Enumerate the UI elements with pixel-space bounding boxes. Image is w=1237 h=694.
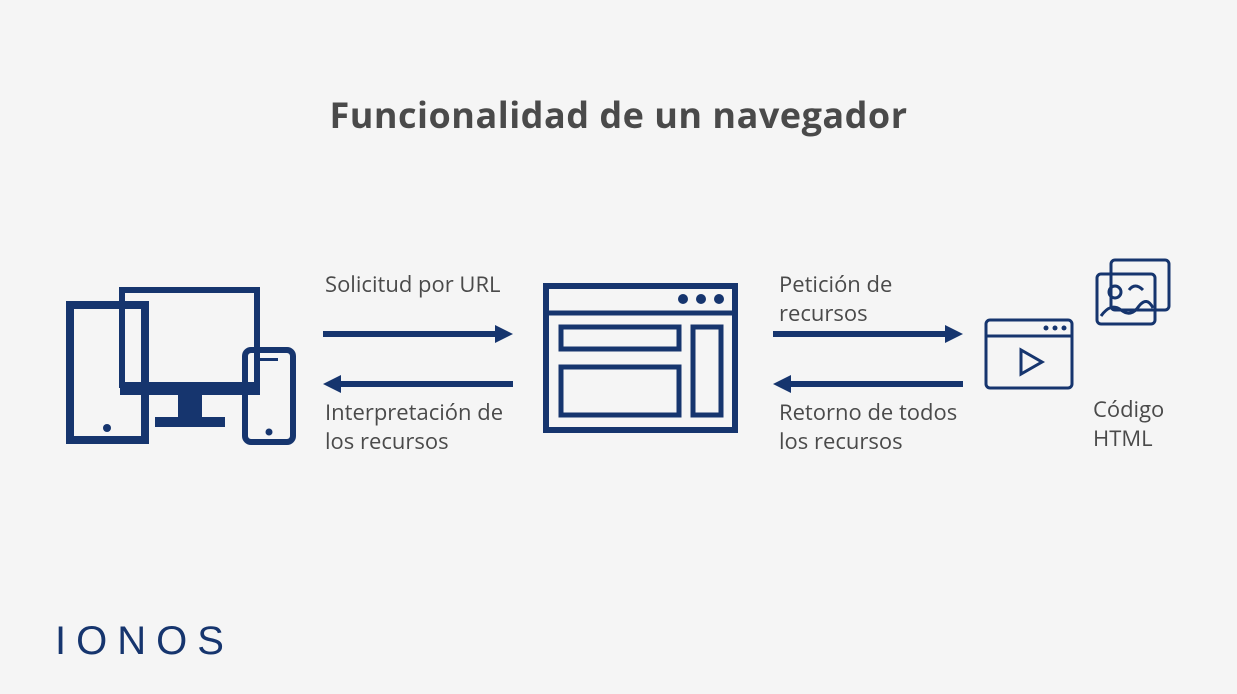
image-stack-icon [1093,258,1173,330]
label-request-right: Petición de recursos [779,270,959,327]
devices-icon [60,280,300,450]
diagram-title: Funcionalidad de un navegador [0,90,1237,139]
arrow-request-left [323,322,513,346]
arrow-response-right [773,372,963,396]
label-codigo-html: Código HTML [1093,395,1223,452]
label-response-left: Interpretación de los recursos [325,398,525,455]
arrow-response-left [323,372,513,396]
label-request-left: Solicitud por URL [325,270,525,299]
browser-window-icon [543,283,738,433]
label-response-right: Retorno de todos los recursos [779,398,959,455]
video-window-icon [984,318,1074,390]
ionos-logo: IONOS [55,619,234,664]
